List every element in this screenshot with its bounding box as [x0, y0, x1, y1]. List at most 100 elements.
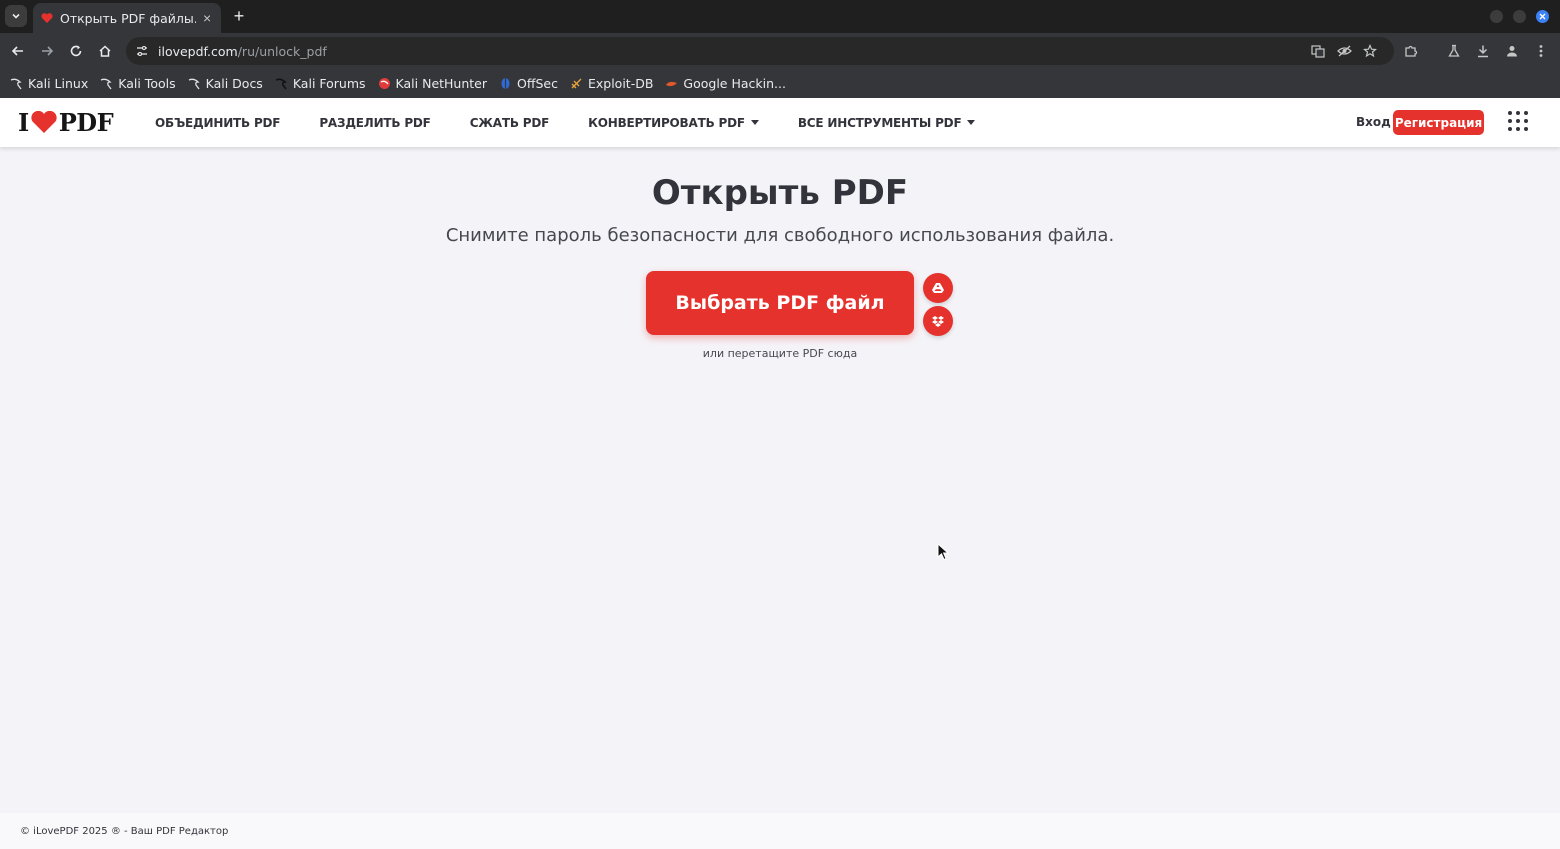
bookmark-kali-docs[interactable]: Kali Docs — [188, 76, 263, 91]
back-button[interactable] — [8, 41, 28, 61]
translate-icon — [1311, 45, 1325, 58]
minimize-button[interactable] — [1490, 10, 1503, 23]
downloads-button[interactable] — [1473, 41, 1493, 61]
new-tab-button[interactable]: + — [229, 6, 249, 26]
address-bar[interactable]: ilovepdf.com/ru/unlock_pdf — [126, 37, 1394, 65]
mouse-cursor-icon — [937, 543, 949, 561]
nethunter-icon — [378, 78, 390, 89]
bookmark-star-button[interactable] — [1360, 41, 1380, 61]
bookmark-offsec[interactable]: OffSec — [499, 76, 558, 91]
drop-hint: или перетащите PDF сюда — [702, 347, 858, 360]
arrow-left-icon — [11, 46, 23, 56]
google-drive-icon — [932, 283, 944, 293]
browser-menu-button[interactable] — [1531, 41, 1551, 61]
site-info-icon — [137, 45, 147, 57]
nav-convert-pdf[interactable]: КОНВЕРТИРОВАТЬ PDF — [588, 116, 759, 130]
tab-strip: Открыть PDF файлы. Ус × + — [0, 0, 1560, 33]
bookmark-kali-linux[interactable]: Kali Linux — [10, 76, 88, 91]
extensions-button[interactable] — [1401, 41, 1421, 61]
page-subtitle: Снимите пароль безопасности для свободно… — [445, 225, 1115, 246]
nav-merge-pdf[interactable]: ОБЪЕДИНИТЬ PDF — [155, 115, 281, 130]
kali-dragon-icon — [101, 78, 112, 90]
translate-button[interactable] — [1308, 41, 1328, 61]
nav-split-pdf[interactable]: РАЗДЕЛИТЬ PDF — [319, 115, 431, 130]
url-path: /ru/unlock_pdf — [237, 43, 327, 59]
home-icon — [99, 45, 111, 57]
apps-grid-icon[interactable] — [1508, 111, 1528, 131]
site-footer: © iLovePDF 2025 ® - Ваш PDF Редактор — [0, 813, 1560, 849]
url-text: ilovepdf.com/ru/unlock_pdf — [158, 44, 327, 59]
tab-close-icon[interactable]: × — [203, 11, 211, 25]
nav-all-tools[interactable]: ВСЕ ИНСТРУМЕНТЫ PDF — [798, 116, 976, 130]
browser-chrome: Открыть PDF файлы. Ус × + ilovepdf.com/r… — [0, 0, 1560, 98]
url-host: ilovepdf.com — [158, 43, 238, 59]
exploit-db-icon — [571, 78, 582, 89]
caret-down-icon — [967, 120, 976, 125]
page-title: Открыть PDF — [651, 173, 909, 213]
close-window-button[interactable] — [1536, 10, 1549, 23]
reload-icon — [70, 45, 82, 57]
bookmark-label: Kali Linux — [28, 76, 89, 91]
heart-icon — [31, 110, 57, 133]
google-drive-button[interactable] — [923, 273, 953, 303]
download-icon — [1478, 45, 1488, 58]
register-button[interactable]: Регистрация — [1393, 110, 1484, 135]
nav-compress-pdf[interactable]: СЖАТЬ PDF — [469, 115, 550, 130]
reload-button[interactable] — [66, 41, 86, 61]
bookmark-kali-nethunter[interactable]: Kali NetHunter — [378, 76, 487, 91]
labs-button[interactable] — [1444, 41, 1464, 61]
eye-off-icon — [1336, 45, 1352, 57]
logo-letter: I — [18, 107, 29, 137]
bookmark-label: Google Hackin... — [683, 76, 786, 91]
profile-button[interactable] — [1502, 41, 1522, 61]
main-nav: ОБЪЕДИНИТЬ PDF РАЗДЕЛИТЬ PDF СЖАТЬ PDF К… — [155, 98, 1014, 147]
home-button[interactable] — [95, 41, 115, 61]
bookmark-label: Kali Docs — [205, 76, 263, 91]
bookmark-label: OffSec — [517, 76, 558, 91]
bookmark-label: Exploit-DB — [587, 76, 654, 91]
tracking-protection-button[interactable] — [1334, 41, 1354, 61]
kali-dragon-icon — [10, 78, 22, 90]
kebab-menu-icon — [1539, 45, 1543, 57]
dropbox-icon — [932, 315, 944, 327]
person-icon — [1507, 46, 1517, 57]
arrow-right-icon — [42, 46, 54, 56]
ilovepdf-favicon-icon — [41, 13, 53, 23]
logo-wordmark: PDF — [58, 107, 114, 137]
nav-label: СЖАТЬ PDF — [469, 115, 550, 130]
nav-label: КОНВЕРТИРОВАТЬ PDF — [588, 115, 745, 130]
bookmark-label: Kali Tools — [118, 76, 176, 91]
flask-icon — [1448, 44, 1460, 57]
puzzle-icon — [1405, 45, 1418, 57]
bookmark-label: Kali NetHunter — [395, 76, 488, 91]
footer-copyright: © iLovePDF 2025 ® - Ваш PDF Редактор — [20, 826, 229, 837]
tab-search-button[interactable] — [5, 5, 27, 27]
main-content: Открыть PDF Снимите пароль безопасности … — [0, 147, 1560, 813]
active-tab[interactable]: Открыть PDF файлы. Ус × — [33, 3, 221, 33]
caret-down-icon — [750, 120, 759, 125]
kali-dragon-icon — [188, 78, 200, 90]
nav-label: РАЗДЕЛИТЬ PDF — [319, 115, 431, 130]
star-icon — [1363, 44, 1377, 58]
chevron-down-icon — [12, 13, 20, 19]
nav-label: ОБЪЕДИНИТЬ PDF — [155, 115, 281, 130]
bookmarks-bar: Kali Linux Kali Tools Kali Docs Kali For… — [0, 69, 1560, 98]
bookmark-exploit-db[interactable]: Exploit-DB — [570, 76, 653, 91]
nav-label: ВСЕ ИНСТРУМЕНТЫ PDF — [797, 115, 962, 130]
kali-dragon-icon — [275, 78, 287, 90]
bookmark-label: Kali Forums — [292, 76, 366, 91]
ilovepdf-logo[interactable]: I PDF — [18, 107, 114, 137]
bookmark-kali-forums[interactable]: Kali Forums — [275, 76, 366, 91]
offsec-icon — [501, 78, 510, 89]
login-link[interactable]: Вход — [1356, 115, 1391, 129]
select-pdf-button[interactable]: Выбрать PDF файл — [646, 271, 914, 335]
bookmark-kali-tools[interactable]: Kali Tools — [100, 76, 176, 91]
forward-button[interactable] — [37, 41, 57, 61]
browser-toolbar: ilovepdf.com/ru/unlock_pdf — [0, 33, 1560, 69]
maximize-button[interactable] — [1513, 10, 1526, 23]
site-header: I PDF ОБЪЕДИНИТЬ PDF РАЗДЕЛИТЬ PDF СЖАТЬ… — [0, 98, 1560, 147]
bookmark-google-hacking-db[interactable]: Google Hackin... — [665, 76, 786, 91]
ghdb-icon — [666, 81, 678, 87]
tab-title: Открыть PDF файлы. Ус — [60, 10, 196, 26]
dropbox-button[interactable] — [923, 306, 953, 336]
